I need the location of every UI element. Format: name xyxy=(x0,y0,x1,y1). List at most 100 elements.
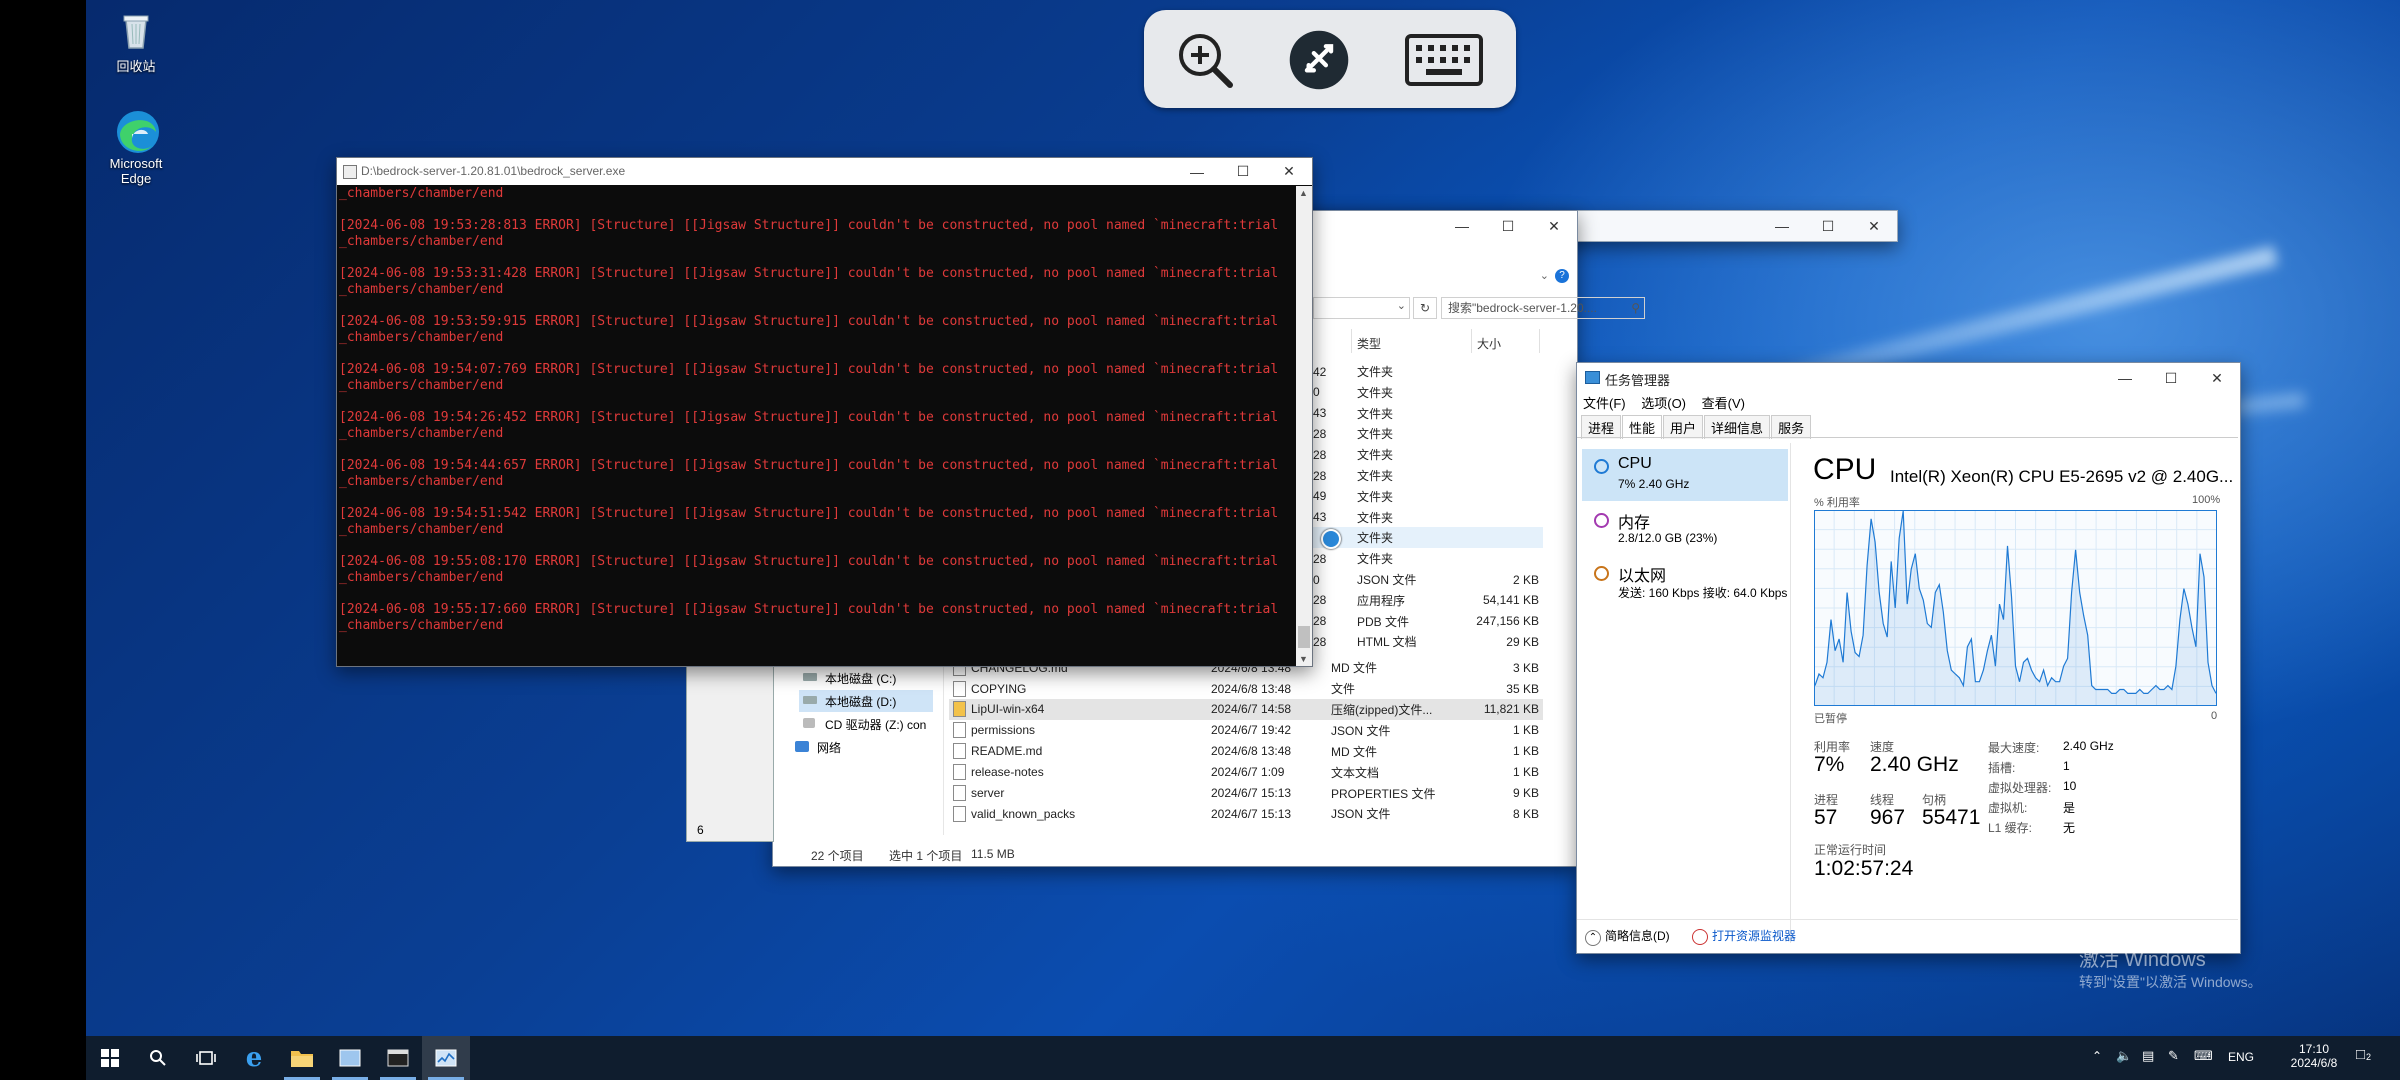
maximize-icon[interactable]: ☐ xyxy=(1805,211,1851,241)
menu-view[interactable]: 查看(V) xyxy=(1702,396,1745,411)
nav-item-drive-d[interactable]: 本地磁盘 (D:) xyxy=(799,690,933,712)
minimize-icon[interactable]: — xyxy=(1174,158,1220,185)
console-line: _chambers/chamber/end xyxy=(339,186,504,201)
scroll-down-icon[interactable]: ▼ xyxy=(1299,654,1308,664)
nav-item-drive-c[interactable]: 本地磁盘 (C:) xyxy=(799,667,931,689)
action-center-button[interactable]: □ 2 xyxy=(2356,1046,2376,1064)
file-row[interactable]: 43 文件夹 xyxy=(1313,507,1543,528)
console-titlebar[interactable]: D:\bedrock-server-1.20.81.01\bedrock_ser… xyxy=(337,158,1312,185)
stat-processes: 57 xyxy=(1814,806,1838,829)
minimize-icon[interactable]: — xyxy=(2102,363,2148,393)
tab-processes[interactable]: 进程 xyxy=(1581,415,1622,439)
file-row[interactable]: 28 文件夹 xyxy=(1313,423,1543,444)
perf-item-cpu[interactable]: CPU 7% 2.40 GHz xyxy=(1582,449,1788,501)
file-row[interactable]: README.md 2024/6/8 13:48 MD 文件 1 KB xyxy=(949,741,1543,762)
tab-details[interactable]: 详细信息 xyxy=(1704,415,1771,439)
maximize-icon[interactable]: ☐ xyxy=(2148,363,2194,393)
file-row[interactable]: 42 文件夹 xyxy=(1313,361,1543,382)
file-row[interactable]: 28 应用程序 54,141 KB xyxy=(1313,590,1543,611)
file-row[interactable]: 0 文件夹 xyxy=(1313,382,1543,403)
file-row[interactable]: 28 HTML 文档 29 KB xyxy=(1313,631,1543,652)
console-line: _chambers/chamber/end xyxy=(339,570,504,585)
address-bar-tail[interactable]: ⌄ xyxy=(1313,297,1410,319)
taskbar-app[interactable] xyxy=(326,1036,374,1080)
refresh-icon[interactable]: ↻ xyxy=(1413,297,1437,319)
nav-item-network[interactable]: 网络 xyxy=(791,736,911,758)
file-row[interactable]: 28 文件夹 xyxy=(1313,465,1543,486)
column-header-type[interactable]: 类型 xyxy=(1357,335,1381,352)
zoom-in-button[interactable] xyxy=(1174,29,1236,91)
fewer-details-button[interactable]: ⌃ 简略信息(D) xyxy=(1585,927,1670,946)
task-manager-window[interactable]: 任务管理器 — ☐ ✕ 文件(F) 选项(O) 查看(V) 进程 性能 用户 详细信息… xyxy=(1576,362,2241,954)
desktop-icon-edge[interactable]: Microsoft Edge xyxy=(86,108,186,186)
input-language[interactable]: ENG xyxy=(2228,1050,2254,1064)
file-row[interactable]: permissions 2024/6/7 19:42 JSON 文件 1 KB xyxy=(949,720,1543,741)
search-button[interactable] xyxy=(134,1036,182,1080)
console-line: _chambers/chamber/end xyxy=(339,474,504,489)
taskbar-file-explorer[interactable] xyxy=(278,1036,326,1080)
file-row[interactable]: 28 PDB 文件 247,156 KB xyxy=(1313,611,1543,632)
file-row[interactable]: release-notes 2024/6/7 1:09 文本文档 1 KB xyxy=(949,762,1543,783)
close-icon[interactable]: ✕ xyxy=(2194,363,2240,393)
edge-label: Edge xyxy=(120,171,152,186)
file-type: MD 文件 xyxy=(1331,661,1377,675)
pen-icon[interactable]: ✎ xyxy=(2168,1048,2179,1064)
taskbar-console[interactable] xyxy=(374,1036,422,1080)
task-view-button[interactable] xyxy=(182,1036,230,1080)
tab-services[interactable]: 服务 xyxy=(1771,415,1812,439)
maximize-icon[interactable]: ☐ xyxy=(1220,158,1266,185)
address-dropdown-icon[interactable]: ⌄ xyxy=(1397,299,1406,312)
tab-users[interactable]: 用户 xyxy=(1663,415,1704,439)
file-row[interactable]: 49 文件夹 xyxy=(1313,486,1543,507)
remote-connection-button[interactable] xyxy=(1288,29,1350,91)
console-window[interactable]: D:\bedrock-server-1.20.81.01\bedrock_ser… xyxy=(336,157,1313,667)
file-size: 1 KB xyxy=(1512,744,1539,759)
minimize-icon[interactable]: — xyxy=(1439,211,1485,241)
help-icon[interactable]: ? xyxy=(1555,269,1569,283)
console-output[interactable]: _chambers/chamber/end [2024-06-08 19:53:2… xyxy=(337,186,1296,666)
file-size: 54,141 KB xyxy=(1482,593,1539,608)
taskbar-ie[interactable]: e xyxy=(230,1036,278,1080)
scroll-up-icon[interactable]: ▲ xyxy=(1299,188,1308,198)
close-icon[interactable]: ✕ xyxy=(1531,211,1577,241)
network-tray-icon[interactable]: ▤ xyxy=(2142,1048,2154,1064)
menu-options[interactable]: 选项(O) xyxy=(1641,396,1686,411)
start-button[interactable] xyxy=(86,1036,134,1080)
taskmgr-titlebar[interactable]: 任务管理器 — ☐ ✕ xyxy=(1577,363,2240,393)
taskbar-task-manager[interactable] xyxy=(422,1036,470,1080)
scroll-thumb[interactable] xyxy=(1298,626,1310,648)
file-row[interactable]: COPYING 2024/6/8 13:48 文件 35 KB xyxy=(949,678,1543,699)
recycle-bin-icon xyxy=(114,8,158,52)
file-row[interactable]: 0 JSON 文件 2 KB xyxy=(1313,569,1543,590)
perf-item-detail: 发送: 160 Kbps 接收: 64.0 Kbps xyxy=(1618,586,1788,600)
column-header-size[interactable]: 大小 xyxy=(1477,335,1501,352)
file-row[interactable]: server 2024/6/7 15:13 PROPERTIES 文件 9 KB xyxy=(949,783,1543,804)
open-resource-monitor-link[interactable]: 打开资源监视器 xyxy=(1692,927,1796,945)
desktop-icon-recycle-bin[interactable]: 回收站 xyxy=(86,8,186,75)
close-icon[interactable]: ✕ xyxy=(1266,158,1312,185)
search-input[interactable]: 搜索"bedrock-server-1.20.... ⚲ xyxy=(1441,297,1645,319)
file-row[interactable]: valid_known_packs 2024/6/7 15:13 JSON 文件 8 … xyxy=(949,803,1543,824)
keyboard-button[interactable] xyxy=(1402,29,1486,91)
file-date: 49 xyxy=(1313,489,1327,504)
close-icon[interactable]: ✕ xyxy=(1851,211,1897,241)
file-row[interactable]: LipUI-win-x64 2024/6/7 14:58 压缩(zipped)文件.… xyxy=(949,698,1543,720)
file-date: 2024/6/7 14:58 xyxy=(1211,702,1292,717)
console-scrollbar[interactable]: ▲ ▼ xyxy=(1296,186,1312,666)
tab-performance[interactable]: 性能 xyxy=(1622,415,1663,439)
menu-file[interactable]: 文件(F) xyxy=(1583,396,1626,411)
maximize-icon[interactable]: ☐ xyxy=(1485,211,1531,241)
file-row[interactable]: 43 文件夹 xyxy=(1313,403,1543,424)
ribbon-expand-chevron-icon[interactable]: ⌄ xyxy=(1540,269,1549,282)
file-row[interactable]: 28 文件夹 xyxy=(1313,444,1543,465)
perf-item-memory[interactable]: 内存 2.8/12.0 GB (23%) xyxy=(1582,503,1788,555)
clock[interactable]: 17:10 2024/6/8 xyxy=(2282,1042,2346,1070)
file-row[interactable]: 文件夹 xyxy=(1313,527,1543,549)
file-row[interactable]: 28 文件夹 xyxy=(1313,548,1543,569)
volume-muted-icon[interactable]: 🔈 xyxy=(2116,1048,2132,1064)
perf-item-ethernet[interactable]: 以太网 发送: 160 Kbps 接收: 64.0 Kbps xyxy=(1582,556,1788,608)
show-hidden-icons[interactable]: ⌃ xyxy=(2092,1049,2102,1063)
keyboard-tray-icon[interactable]: ⌨ xyxy=(2194,1048,2213,1064)
nav-item-drive-z[interactable]: CD 驱动器 (Z:) con xyxy=(799,713,959,735)
minimize-icon[interactable]: — xyxy=(1759,211,1805,241)
